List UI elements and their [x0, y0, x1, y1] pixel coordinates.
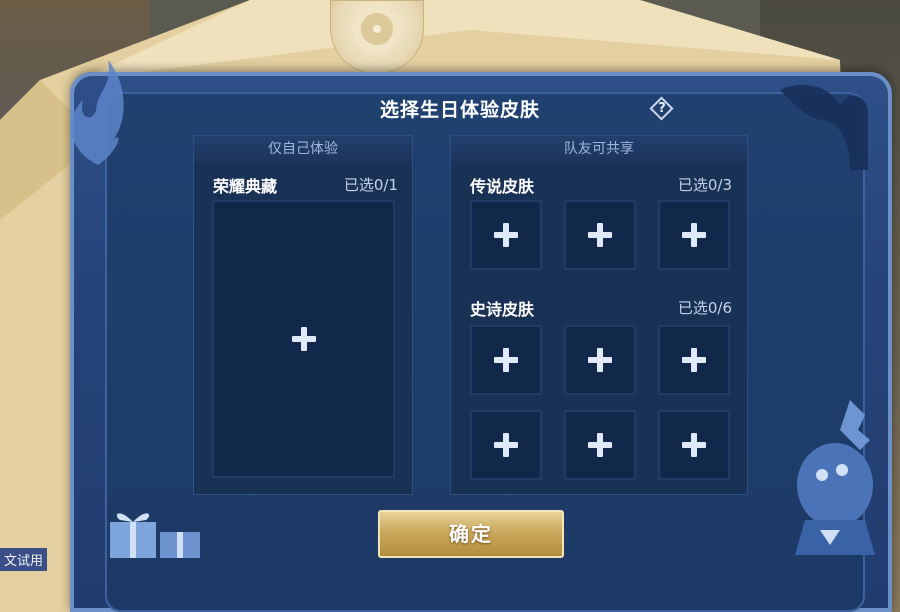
tree-decoration-icon [780, 85, 868, 170]
epic-skin-slot[interactable] [564, 410, 636, 480]
plus-icon [494, 223, 518, 247]
plus-icon [682, 348, 706, 372]
epic-skin-slot[interactable] [658, 410, 730, 480]
plus-icon [588, 433, 612, 457]
plus-icon [682, 433, 706, 457]
team-panel-header: 队友可共享 [451, 136, 747, 162]
collection-selected-count: 已选0/1 [343, 176, 398, 194]
epic-skin-slot[interactable] [470, 410, 542, 480]
legend-section-title: 传说皮肤 [470, 177, 535, 196]
help-button[interactable]: ? [648, 95, 676, 123]
confirm-button[interactable]: 确定 [378, 510, 564, 558]
epic-section-title: 史诗皮肤 [470, 300, 535, 319]
background-side-text: 文试用 [0, 548, 48, 571]
collection-section-title: 荣耀典藏 [213, 177, 278, 196]
seal-dot [373, 25, 381, 33]
plus-icon [588, 223, 612, 247]
epic-skin-slot[interactable] [470, 325, 542, 395]
plus-icon [494, 433, 518, 457]
dialog-title: 选择生日体验皮肤 [379, 99, 540, 121]
legend-skin-slot[interactable] [564, 200, 636, 270]
epic-selected-count: 已选0/6 [677, 299, 732, 317]
epic-skin-slot[interactable] [658, 325, 730, 395]
self-panel-header: 仅自己体验 [194, 136, 412, 162]
plus-icon [588, 348, 612, 372]
epic-skin-slot[interactable] [564, 325, 636, 395]
plus-icon [291, 327, 316, 351]
collection-skin-slot[interactable] [212, 200, 395, 478]
seal-emblem-icon [353, 5, 401, 53]
plus-icon [682, 223, 706, 247]
gift-decoration-icon [110, 513, 200, 558]
help-mark: ? [658, 101, 666, 116]
mascot-decoration-icon [795, 400, 875, 555]
legend-skin-slot[interactable] [658, 200, 730, 270]
legend-skin-slot[interactable] [470, 200, 542, 270]
legend-selected-count: 已选0/3 [677, 176, 732, 194]
plus-icon [494, 348, 518, 372]
flame-decoration-icon [71, 60, 124, 165]
